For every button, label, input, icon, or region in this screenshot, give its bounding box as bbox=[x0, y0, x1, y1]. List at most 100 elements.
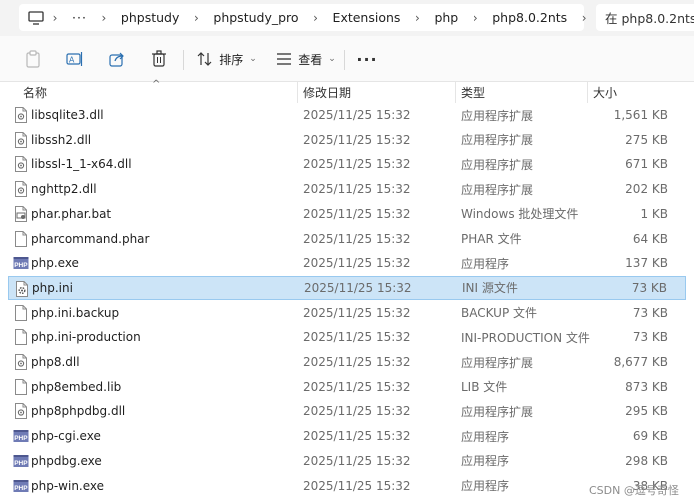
php-exe-icon: PHP bbox=[13, 428, 29, 444]
file-row[interactable]: php8phpdbg.dll 2025/11/25 15:32 应用程序扩展 295 … bbox=[8, 399, 686, 423]
dll-file-icon bbox=[13, 403, 29, 420]
column-header-size-label: 大小 bbox=[593, 86, 618, 100]
rename-button[interactable]: A bbox=[64, 46, 86, 72]
column-divider[interactable] bbox=[297, 82, 298, 103]
svg-text:PHP: PHP bbox=[14, 485, 28, 492]
file-row[interactable]: PHP php-win.exe 2025/11/25 15:32 应用程序 38 KB bbox=[8, 474, 686, 498]
file-name: phar.phar.bat bbox=[31, 206, 112, 221]
chevron-right-icon: › bbox=[472, 10, 478, 25]
file-modified-date: 2025/11/25 15:32 bbox=[303, 231, 411, 246]
file-modified-date: 2025/11/25 15:32 bbox=[303, 132, 411, 147]
chevron-right-icon[interactable]: › bbox=[573, 11, 595, 25]
file-size: 8,677 KB bbox=[613, 355, 668, 369]
file-row[interactable]: pharcommand.phar 2025/11/25 15:32 PHAR 文件 6… bbox=[8, 227, 686, 251]
clipboard-icon bbox=[26, 50, 40, 68]
file-row-selected[interactable]: php.ini 2025/11/25 15:32 INI 源文件 73 KB bbox=[8, 275, 686, 300]
file-modified-date: 2025/11/25 15:32 bbox=[303, 404, 411, 419]
chevron-right-icon: › bbox=[193, 10, 199, 25]
column-header-date-label: 修改日期 bbox=[303, 86, 352, 100]
breadcrumb-item[interactable]: php bbox=[428, 10, 464, 25]
column-divider[interactable] bbox=[587, 82, 588, 103]
address-bar[interactable]: › ··· › phpstudy › phpstudy_pro › Extens… bbox=[19, 4, 587, 31]
column-header-date[interactable]: 修改日期 bbox=[303, 82, 453, 103]
file-size: 73 KB bbox=[631, 280, 667, 295]
blank-file-icon bbox=[13, 304, 29, 321]
column-header-name-label: 名称 bbox=[23, 86, 48, 100]
file-row[interactable]: php8embed.lib 2025/11/25 15:32 LIB 文件 873 K… bbox=[8, 375, 686, 399]
breadcrumb-item[interactable]: Extensions bbox=[327, 10, 407, 25]
dll-file-icon bbox=[13, 131, 29, 148]
file-type: INI-PRODUCTION 文件 bbox=[461, 330, 590, 345]
file-modified-date: 2025/11/25 15:32 bbox=[303, 206, 411, 221]
view-list-icon bbox=[277, 53, 292, 65]
view-label: 查看 bbox=[298, 52, 323, 67]
file-type: BACKUP 文件 bbox=[461, 306, 537, 321]
file-row[interactable]: phar.phar.bat 2025/11/25 15:32 Windows 批处理… bbox=[8, 202, 686, 226]
breadcrumb-item-current[interactable]: php8.0.2nts bbox=[486, 10, 573, 25]
ini-file-icon bbox=[14, 280, 30, 297]
more-crumbs-icon[interactable]: ··· bbox=[66, 10, 93, 25]
file-type: 应用程序扩展 bbox=[461, 404, 534, 419]
chevron-right-icon: › bbox=[101, 10, 107, 25]
blank-file-icon bbox=[13, 329, 29, 346]
file-row[interactable]: PHP php-cgi.exe 2025/11/25 15:32 应用程序 69 KB bbox=[8, 424, 686, 448]
file-type: 应用程序扩展 bbox=[461, 108, 534, 123]
file-name: php.ini-production bbox=[31, 330, 141, 345]
file-row[interactable]: php.ini-production 2025/11/25 15:32 INI-PR… bbox=[8, 325, 686, 349]
toolbar-divider bbox=[344, 50, 345, 70]
file-type: Windows 批处理文件 bbox=[461, 207, 579, 222]
breadcrumb-item[interactable]: phpstudy bbox=[115, 10, 185, 25]
file-row[interactable]: nghttp2.dll 2025/11/25 15:32 应用程序扩展 202 KB bbox=[8, 177, 686, 201]
file-row[interactable]: PHP php.exe 2025/11/25 15:32 应用程序 137 KB bbox=[8, 251, 686, 275]
svg-text:PHP: PHP bbox=[14, 262, 28, 269]
breadcrumb-item[interactable]: phpstudy_pro bbox=[207, 10, 304, 25]
computer-icon[interactable] bbox=[28, 10, 44, 25]
share-button[interactable] bbox=[106, 46, 128, 72]
file-row[interactable]: php.ini.backup 2025/11/25 15:32 BACKUP 文件 7… bbox=[8, 301, 686, 325]
file-size: 202 KB bbox=[625, 182, 668, 197]
file-modified-date: 2025/11/25 15:32 bbox=[303, 429, 411, 444]
chevron-down-icon: ⌄ bbox=[328, 54, 336, 64]
trash-icon bbox=[152, 50, 166, 67]
sort-label: 排序 bbox=[219, 52, 244, 67]
column-divider[interactable] bbox=[455, 82, 456, 103]
file-name: php8embed.lib bbox=[31, 379, 122, 394]
share-icon bbox=[109, 52, 124, 67]
file-modified-date: 2025/11/25 15:32 bbox=[303, 256, 411, 271]
file-size: 295 KB bbox=[625, 404, 668, 419]
sort-icon bbox=[197, 52, 212, 66]
delete-button[interactable] bbox=[148, 46, 170, 72]
file-name: php8.dll bbox=[31, 355, 80, 369]
file-size: 298 KB bbox=[625, 453, 668, 468]
file-row[interactable]: php8.dll 2025/11/25 15:32 应用程序扩展 8,677 KB bbox=[8, 350, 686, 374]
file-modified-date: 2025/11/25 15:32 bbox=[303, 379, 411, 394]
view-button[interactable]: 查看 ⌄ bbox=[275, 46, 337, 72]
chevron-right-icon: › bbox=[415, 10, 420, 25]
command-bar: A 排序 ⌄ 查看 ⌄ ··· bbox=[0, 36, 694, 82]
paste-button[interactable] bbox=[22, 46, 44, 72]
address-bar-row: › ··· › phpstudy › phpstudy_pro › Extens… bbox=[0, 0, 694, 36]
column-header-type[interactable]: 类型 bbox=[461, 82, 586, 103]
file-modified-date: 2025/11/25 15:32 bbox=[303, 330, 411, 345]
bat-file-icon bbox=[13, 205, 29, 222]
column-header-size[interactable]: 大小 bbox=[593, 82, 683, 103]
file-name: php.exe bbox=[31, 256, 79, 271]
chevron-down-icon: ⌄ bbox=[249, 54, 257, 64]
sort-button[interactable]: 排序 ⌄ bbox=[196, 46, 258, 72]
php-exe-icon: PHP bbox=[13, 453, 29, 469]
file-name: libssh2.dll bbox=[31, 132, 92, 147]
file-name: libsqlite3.dll bbox=[31, 108, 104, 122]
file-name: phpdbg.exe bbox=[31, 453, 102, 468]
file-size: 873 KB bbox=[625, 379, 668, 394]
file-row[interactable]: libssl-1_1-x64.dll 2025/11/25 15:32 应用程序扩展… bbox=[8, 152, 686, 176]
file-row[interactable]: PHP phpdbg.exe 2025/11/25 15:32 应用程序 298 KB bbox=[8, 449, 686, 473]
search-input[interactable]: 在 php8.0.2nts bbox=[596, 4, 694, 31]
file-size: 1,561 KB bbox=[613, 108, 668, 122]
more-options-button[interactable]: ··· bbox=[356, 46, 378, 72]
svg-text:PHP: PHP bbox=[14, 435, 28, 442]
file-modified-date: 2025/11/25 15:32 bbox=[303, 182, 411, 197]
file-row[interactable]: libsqlite3.dll 2025/11/25 15:32 应用程序扩展 1,56… bbox=[8, 103, 686, 127]
column-header-name[interactable]: 名称 bbox=[23, 82, 295, 103]
file-row[interactable]: libssh2.dll 2025/11/25 15:32 应用程序扩展 275 KB bbox=[8, 128, 686, 152]
file-modified-date: 2025/11/25 15:32 bbox=[303, 453, 411, 468]
